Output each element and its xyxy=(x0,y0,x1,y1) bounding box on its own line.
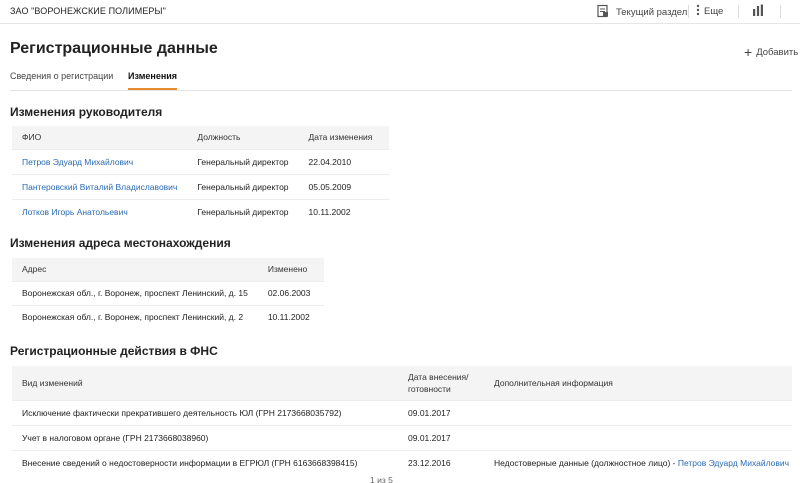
fns-info-person-link[interactable]: Петров Эдуард Михайлович xyxy=(678,458,789,468)
manager-name-link[interactable]: Пантеровский Виталий Владиславович xyxy=(12,173,188,199)
current-section-button[interactable]: Текущий раздел xyxy=(596,4,687,21)
fns-date: 09.01.2017 xyxy=(398,399,484,425)
more-dots-icon xyxy=(696,4,700,19)
current-section-label: Текущий раздел xyxy=(616,7,688,18)
table-row: Учет в налоговом органе (ГРН 21736680389… xyxy=(12,424,792,450)
column-header-position: Должность xyxy=(187,126,299,149)
fns-kind: Внесение сведений о недостоверности инфо… xyxy=(12,449,398,475)
manager-date: 10.11.2002 xyxy=(298,198,389,224)
fns-info-text: Недостоверные данные (должностное лицо) … xyxy=(494,457,678,468)
manager-date: 22.04.2010 xyxy=(298,148,389,174)
column-header-address: Адрес xyxy=(12,258,258,281)
column-header-info: Дополнительная информация xyxy=(484,366,792,400)
tabs-bar: Сведения о регистрации Изменения xyxy=(10,66,792,91)
address-table: Адрес Изменено Воронежская обл., г. Воро… xyxy=(12,258,324,329)
table-row: Петров Эдуард Михайлович Генеральный дир… xyxy=(12,148,389,174)
manager-position: Генеральный директор xyxy=(187,148,299,174)
table-row: Лотков Игорь Анатольевич Генеральный дир… xyxy=(12,198,389,224)
fns-info: Недостоверные данные (должностное лицо) … xyxy=(484,449,792,475)
company-name: ЗАО "ВОРОНЕЖСКИЕ ПОЛИМЕРЫ" xyxy=(10,6,166,16)
address-date: 10.11.2002 xyxy=(257,304,324,329)
add-label: Добавить xyxy=(756,46,799,58)
page-indicator: 1 из 5 xyxy=(370,475,393,483)
plus-icon: + xyxy=(744,44,753,60)
table-row: Пантеровский Виталий Владиславович Генер… xyxy=(12,173,389,199)
managers-section-title: Изменения руководителя xyxy=(10,105,163,119)
column-header-kind: Вид изменений xyxy=(12,366,398,400)
address-section-title: Изменения адреса местонахождения xyxy=(10,236,231,250)
tab-registration-info[interactable]: Сведения о регистрации xyxy=(10,71,113,88)
table-row: Внесение сведений о недостоверности инфо… xyxy=(12,449,792,475)
column-header-date: Дата внесения/ готовности xyxy=(398,366,484,400)
manager-date: 05.05.2009 xyxy=(298,173,389,199)
manager-name-link[interactable]: Лотков Игорь Анатольевич xyxy=(12,198,188,224)
fns-date: 09.01.2017 xyxy=(398,424,484,450)
managers-table: ФИО Должность Дата изменения Петров Эдуа… xyxy=(12,126,389,224)
manager-position: Генеральный директор xyxy=(187,198,299,224)
manager-name-link[interactable]: Петров Эдуард Михайлович xyxy=(12,148,188,174)
toolbar-divider xyxy=(738,5,739,18)
add-button[interactable]: + Добавить xyxy=(744,45,798,59)
document-icon xyxy=(596,4,610,21)
toolbar-divider xyxy=(688,5,689,18)
more-menu-button[interactable]: Еще xyxy=(696,4,723,19)
tab-changes[interactable]: Изменения xyxy=(128,71,178,90)
table-header-row: Вид изменений Дата внесения/ готовности … xyxy=(12,366,792,400)
table-row: Воронежская обл., г. Воронеж, проспект Л… xyxy=(12,280,324,305)
column-header-changed: Изменено xyxy=(257,258,324,281)
more-label: Еще xyxy=(704,6,724,17)
fns-kind: Исключение фактически прекратившего деят… xyxy=(12,399,398,425)
top-bar: ЗАО "ВОРОНЕЖСКИЕ ПОЛИМЕРЫ" Текущий разде… xyxy=(0,0,800,24)
column-header-date: Дата изменения xyxy=(298,126,389,149)
fns-info xyxy=(484,399,792,425)
toolbar-divider xyxy=(780,5,781,18)
fns-date: 23.12.2016 xyxy=(398,449,484,475)
bar-chart-icon[interactable] xyxy=(752,4,764,22)
column-header-name: ФИО xyxy=(12,126,188,149)
address-date: 02.06.2003 xyxy=(257,280,324,305)
page-title: Регистрационные данные xyxy=(10,40,218,57)
table-row: Воронежская обл., г. Воронеж, проспект Л… xyxy=(12,304,324,329)
table-header-row: Адрес Изменено xyxy=(12,258,324,281)
fns-section-title: Регистрационные действия в ФНС xyxy=(10,344,218,358)
fns-info xyxy=(484,424,792,450)
address-value: Воронежская обл., г. Воронеж, проспект Л… xyxy=(12,304,258,329)
manager-position: Генеральный директор xyxy=(187,173,299,199)
address-value: Воронежская обл., г. Воронеж, проспект Л… xyxy=(12,280,258,305)
table-header-row: ФИО Должность Дата изменения xyxy=(12,126,389,149)
fns-table: Вид изменений Дата внесения/ готовности … xyxy=(12,366,792,475)
fns-kind: Учет в налоговом органе (ГРН 21736680389… xyxy=(12,424,398,450)
table-row: Исключение фактически прекратившего деят… xyxy=(12,399,792,425)
